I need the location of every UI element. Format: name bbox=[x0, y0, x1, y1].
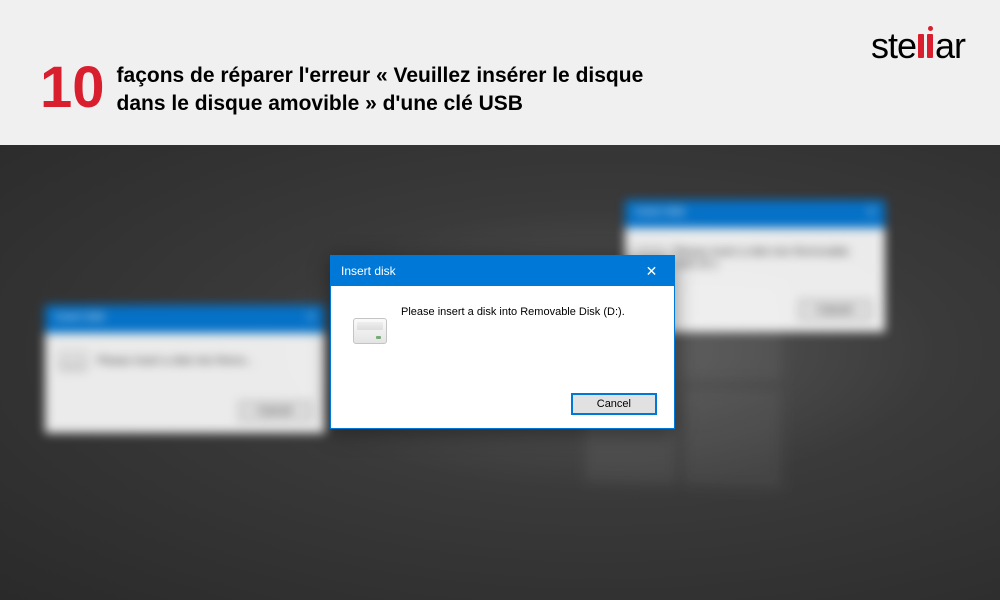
article-header: stear 10 façons de réparer l'erreur « Ve… bbox=[0, 0, 1000, 145]
bg-dialog-title: Insert disk bbox=[635, 206, 685, 222]
desktop-background: Insert disk X Please insert a disk into … bbox=[0, 145, 1000, 600]
removable-drive-icon bbox=[353, 318, 387, 344]
insert-disk-dialog: Insert disk ✕ Please insert a disk into … bbox=[330, 255, 675, 429]
drive-icon bbox=[59, 351, 87, 371]
brand-logo: stear bbox=[871, 25, 965, 67]
dialog-button-row: Cancel bbox=[345, 394, 660, 414]
cancel-button[interactable]: Cancel bbox=[572, 394, 656, 414]
dialog-title: Insert disk bbox=[341, 264, 396, 278]
close-icon: X bbox=[868, 206, 875, 222]
background-dialog-left: Insert disk X Please insert a disk into … bbox=[45, 305, 325, 433]
close-button[interactable]: ✕ bbox=[629, 256, 674, 286]
bg-cancel-button: Cancel bbox=[799, 300, 871, 320]
brand-text-pre: ste bbox=[871, 25, 916, 66]
close-icon: X bbox=[308, 311, 315, 327]
bg-dialog-titlebar: Insert disk X bbox=[625, 200, 885, 228]
close-icon: ✕ bbox=[646, 263, 658, 280]
bg-dialog-body: Please insert a disk into Remo... Cancel bbox=[45, 333, 325, 433]
dialog-message: Please insert a disk into Removable Disk… bbox=[401, 304, 625, 318]
dialog-body: Please insert a disk into Removable Disk… bbox=[331, 286, 674, 428]
brand-text-post: ar bbox=[935, 25, 965, 66]
brand-bars-icon bbox=[918, 34, 933, 58]
bg-dialog-title: Insert disk bbox=[55, 311, 105, 327]
dialog-titlebar[interactable]: Insert disk ✕ bbox=[331, 256, 674, 286]
article-title-block: 10 façons de réparer l'erreur « Veuillez… bbox=[40, 62, 677, 119]
title-text: façons de réparer l'erreur « Veuillez in… bbox=[117, 62, 677, 119]
title-number: 10 bbox=[40, 62, 105, 114]
bg-dialog-message: Please insert a disk into Remo... bbox=[97, 355, 255, 367]
bg-dialog-titlebar: Insert disk X bbox=[45, 305, 325, 333]
bg-cancel-button: Cancel bbox=[239, 401, 311, 421]
bg-dialog-message: Please insert a disk into Removable Disk… bbox=[674, 246, 871, 270]
